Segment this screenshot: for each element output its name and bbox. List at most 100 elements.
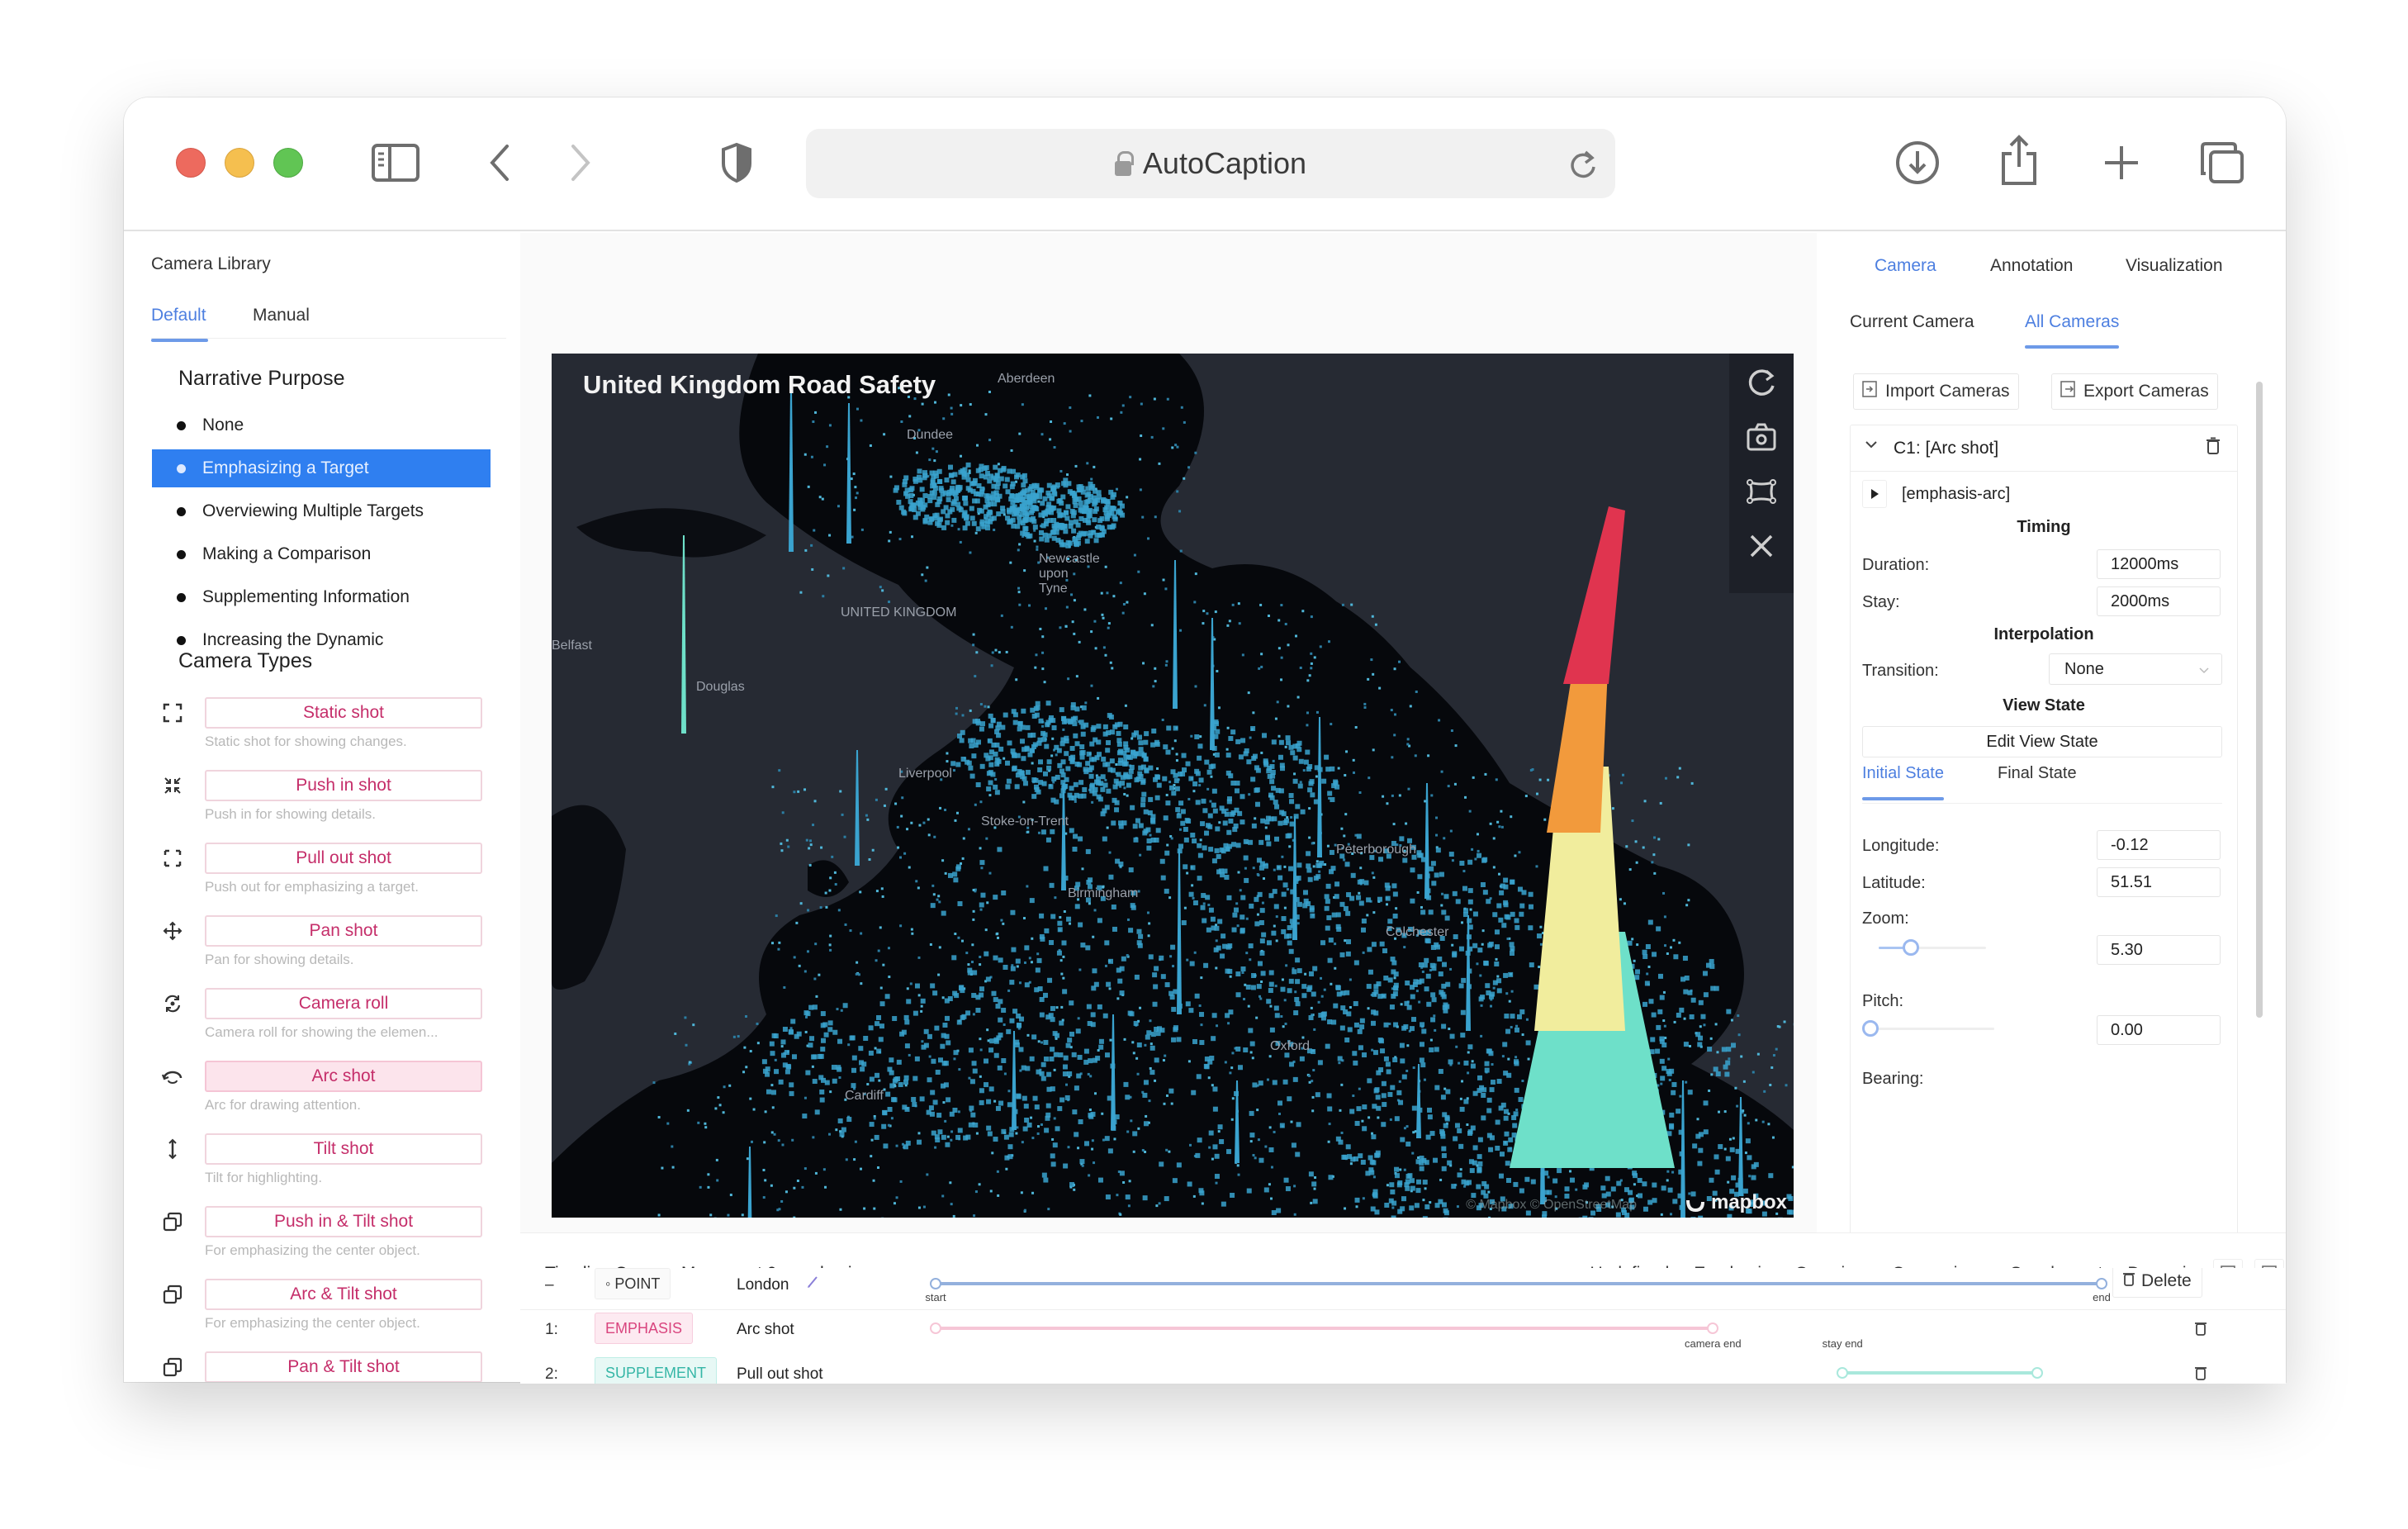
map-place-label: Peterborough (1336, 843, 1416, 857)
camera-card: C1: [Arc shot] [emphasis-arc] Timing Dur… (1850, 425, 2238, 1242)
movement-start-handle[interactable] (930, 1322, 941, 1334)
edit-pencil-icon[interactable] (806, 1275, 819, 1294)
chevron-down-icon[interactable] (1864, 437, 1879, 457)
transition-label: Transition: (1862, 662, 1939, 680)
screenshot-camera-icon[interactable] (1744, 420, 1779, 454)
camera-type-button[interactable]: Pan & Tilt shot (205, 1351, 482, 1382)
tabs-overview-icon[interactable] (2198, 140, 2246, 185)
import-cameras-button[interactable]: Import Cameras (1853, 373, 2019, 410)
point-start-handle[interactable] (930, 1278, 941, 1289)
camera-type-button[interactable]: Push in & Tilt shot (205, 1206, 482, 1237)
app-content: Camera Library Default Manual Narrative … (124, 233, 2286, 1382)
movement-duration-line[interactable] (936, 1327, 1714, 1330)
mapbox-logo[interactable]: mapbox (1685, 1191, 1787, 1214)
delete-row-icon[interactable] (2187, 1359, 2215, 1384)
close-window-button[interactable] (176, 148, 206, 178)
camera-type-button[interactable]: Arc shot (205, 1061, 482, 1092)
new-tab-icon[interactable] (2102, 140, 2140, 185)
zoom-window-button[interactable] (273, 148, 303, 178)
camera-library-title: Camera Library (151, 254, 271, 273)
view-state-heading: View State (2003, 696, 2085, 715)
purpose-item[interactable]: Making a Comparison (152, 535, 491, 573)
sidebar-icon[interactable] (370, 140, 421, 185)
tab-visualization[interactable]: Visualization (2126, 256, 2223, 276)
latitude-input[interactable]: 51.51 (2097, 867, 2221, 897)
map-place-label: Belfast (552, 639, 592, 653)
camera-title: C1: [Arc shot] (1894, 439, 1999, 458)
movement-duration-line[interactable] (1842, 1371, 2037, 1375)
stay-input[interactable]: 2000ms (2097, 586, 2221, 616)
map-attribution-text[interactable]: © Mapbox © OpenStreetMap (1466, 1198, 1637, 1213)
camera-type-button[interactable]: Tilt shot (205, 1133, 482, 1165)
map-canvas[interactable] (552, 354, 1794, 1218)
edit-view-state-button[interactable]: Edit View State (1862, 726, 2222, 757)
tab-default[interactable]: Default (151, 306, 208, 342)
play-preset-button[interactable] (1862, 480, 1887, 508)
camera-type-description: Push in for showing details. (205, 806, 376, 822)
map-place-label: Colchester (1386, 925, 1449, 939)
purpose-item[interactable]: Emphasizing a Target (152, 449, 491, 487)
pitch-slider[interactable] (1862, 1020, 1994, 1037)
pitch-slider-knob[interactable] (1862, 1020, 1879, 1037)
reload-icon[interactable] (1569, 149, 1597, 184)
purpose-label: None (202, 415, 244, 434)
interpolation-heading: Interpolation (1993, 625, 2094, 643)
purpose-item[interactable]: Supplementing Information (152, 578, 491, 616)
movement-start-handle[interactable] (1837, 1367, 1849, 1379)
tab-current-camera[interactable]: Current Camera (1850, 312, 1974, 332)
purpose-tag-emphasis[interactable]: EMPHASIS (595, 1313, 694, 1344)
zoom-slider[interactable] (1879, 939, 1986, 956)
camera-end-handle[interactable] (1707, 1322, 1719, 1334)
tab-camera[interactable]: Camera (1875, 256, 1936, 276)
frame-bounds-icon[interactable] (1744, 474, 1779, 509)
purpose-tag-supplement[interactable]: SUPPLEMENT (595, 1357, 718, 1384)
delete-row-icon[interactable] (2187, 1314, 2215, 1342)
point-tag[interactable]: ◦ POINT (595, 1268, 671, 1299)
map-place-label: UNITED KINGDOM (841, 605, 957, 620)
pitch-input[interactable]: 0.00 (2097, 1015, 2221, 1045)
camera-type-button[interactable]: Push in shot (205, 770, 482, 801)
zoom-input[interactable]: 5.30 (2097, 935, 2221, 965)
delete-button[interactable]: Delete (2112, 1268, 2202, 1298)
purpose-item[interactable]: None (152, 406, 491, 444)
panel-scrollbar[interactable] (2256, 382, 2263, 1018)
reset-rotate-icon[interactable] (1744, 365, 1779, 400)
transition-select[interactable]: None (2049, 653, 2222, 685)
density-spike (681, 535, 686, 734)
camera-end-handle[interactable] (2031, 1367, 2043, 1379)
back-icon[interactable] (487, 140, 512, 185)
import-cameras-label: Import Cameras (1885, 382, 2010, 401)
point-end-handle[interactable] (2096, 1278, 2107, 1289)
shield-icon[interactable] (718, 140, 755, 185)
camera-card-header[interactable]: C1: [Arc shot] (1851, 425, 2237, 472)
minimize-window-button[interactable] (225, 148, 254, 178)
density-spike (855, 750, 860, 866)
address-text: AutoCaption (1142, 146, 1307, 180)
camera-type-button[interactable]: Arc & Tilt shot (205, 1279, 482, 1310)
tab-final-state[interactable]: Final State (1998, 764, 2077, 783)
duration-input[interactable]: 12000ms (2097, 549, 2221, 579)
tab-manual[interactable]: Manual (253, 306, 310, 325)
zoom-slider-knob[interactable] (1903, 939, 1919, 956)
collapse-toggle[interactable]: – (545, 1276, 554, 1294)
tab-all-cameras[interactable]: All Cameras (2025, 312, 2120, 349)
tab-annotation[interactable]: Annotation (1990, 256, 2073, 276)
longitude-input[interactable]: -0.12 (2097, 830, 2221, 860)
share-icon[interactable] (1998, 132, 2040, 188)
bullet-icon (177, 592, 186, 602)
purpose-item[interactable]: Overviewing Multiple Targets (152, 492, 491, 530)
camera-type-button[interactable]: Camera roll (205, 988, 482, 1019)
point-duration-line[interactable] (936, 1282, 2102, 1285)
camera-type-button[interactable]: Static shot (205, 697, 482, 729)
address-bar[interactable]: AutoCaption (806, 129, 1615, 198)
delete-camera-icon[interactable] (2206, 437, 2221, 460)
forward-icon[interactable] (568, 140, 593, 185)
tab-initial-state[interactable]: Initial State (1862, 764, 1944, 800)
camera-type-button[interactable]: Pan shot (205, 915, 482, 947)
download-icon[interactable] (1893, 140, 1942, 185)
export-cameras-button[interactable]: Export Cameras (2051, 373, 2218, 410)
camera-type-button[interactable]: Pull out shot (205, 843, 482, 874)
map-view[interactable]: United Kingdom Road Safety Aberdeen Dunde… (552, 354, 1794, 1218)
library-tabs: Default Manual (151, 306, 506, 342)
close-icon[interactable] (1744, 529, 1779, 563)
